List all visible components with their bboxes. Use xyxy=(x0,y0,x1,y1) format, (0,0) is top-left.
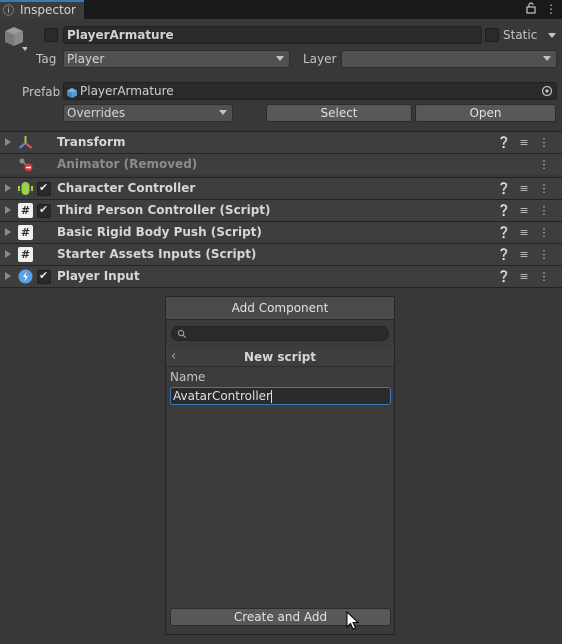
prefab-select-button[interactable]: Select xyxy=(266,104,412,122)
help-icon[interactable]: ❔ xyxy=(494,181,514,196)
object-picker-icon[interactable] xyxy=(541,85,553,97)
prefab-icon xyxy=(67,86,77,98)
component-enabled-checkbox[interactable] xyxy=(37,181,51,196)
prefab-label: Prefab xyxy=(22,85,61,99)
new-script-header: ‹ New script xyxy=(166,347,394,367)
help-icon[interactable]: ❔ xyxy=(494,247,514,262)
script-name-input[interactable]: AvatarController xyxy=(170,387,391,405)
chevron-down-icon xyxy=(276,56,284,61)
static-dropdown-icon[interactable] xyxy=(548,33,556,38)
tab-inspector[interactable]: ⓘ Inspector xyxy=(0,0,84,19)
component-tools: ❔ ≡ ⋮ xyxy=(494,181,554,196)
fold-arrow-icon[interactable] xyxy=(5,206,11,214)
component-menu-icon[interactable]: ⋮ xyxy=(534,181,554,196)
component-character-controller[interactable]: Character Controller ❔≡⋮ xyxy=(0,177,562,199)
component-menu-icon[interactable]: ⋮ xyxy=(534,269,554,284)
info-icon: ⓘ xyxy=(3,4,14,17)
presets-icon[interactable]: ≡ xyxy=(514,135,534,150)
text-caret xyxy=(270,390,272,403)
script-name-label: Name xyxy=(170,370,206,384)
search-icon xyxy=(177,328,187,338)
add-component-button[interactable]: Add Component xyxy=(166,297,394,320)
fold-arrow-icon[interactable] xyxy=(5,138,11,146)
component-tools: ❔ ≡ ⋮ xyxy=(494,247,554,262)
component-tools: ❔ ≡ ⋮ xyxy=(494,225,554,240)
component-tools: ⋮ xyxy=(534,157,554,172)
static-label: Static xyxy=(503,28,538,42)
component-name: Basic Rigid Body Push (Script) xyxy=(57,225,262,239)
component-animator-removed[interactable]: Animator (Removed) ⋮ xyxy=(0,153,562,175)
component-enabled-checkbox[interactable] xyxy=(37,203,51,218)
component-name: Third Person Controller (Script) xyxy=(57,203,271,217)
component-search-input[interactable] xyxy=(171,326,389,341)
overrides-dropdown[interactable]: Overrides xyxy=(63,104,233,122)
component-basic-rigid-body-push[interactable]: # Basic Rigid Body Push (Script) ❔ ≡ ⋮ xyxy=(0,221,562,243)
component-tools: ❔ ≡ ⋮ xyxy=(494,203,554,218)
component-menu-icon[interactable]: ⋮ xyxy=(534,225,554,240)
presets-icon[interactable]: ≡ xyxy=(514,269,534,284)
component-tools: ❔ ≡ ⋮ xyxy=(494,135,554,150)
component-transform[interactable]: Transform ❔ ≡ ⋮ xyxy=(0,131,562,153)
script-hash-icon: # xyxy=(18,225,33,240)
layer-label: Layer xyxy=(303,52,337,66)
chevron-down-icon xyxy=(543,56,551,61)
gameobject-cube-icon[interactable] xyxy=(3,26,28,52)
tag-value: Player xyxy=(67,52,105,66)
input-system-icon xyxy=(18,269,33,284)
tab-bar: ⓘ Inspector ⋮ xyxy=(0,0,562,19)
help-icon[interactable]: ❔ xyxy=(494,225,514,240)
tag-dropdown[interactable]: Player xyxy=(63,50,290,68)
component-name: Transform xyxy=(57,135,126,149)
script-hash-icon: # xyxy=(18,247,33,262)
component-starter-assets-inputs[interactable]: # Starter Assets Inputs (Script) ❔ ≡ ⋮ xyxy=(0,243,562,265)
component-name: Character Controller xyxy=(57,181,196,195)
component-name: Animator (Removed) xyxy=(57,157,198,171)
new-script-title: New script xyxy=(243,350,317,364)
active-checkbox[interactable] xyxy=(44,28,58,42)
component-menu-icon[interactable]: ⋮ xyxy=(534,203,554,218)
layer-dropdown[interactable] xyxy=(341,50,557,68)
animator-removed-icon xyxy=(18,157,33,172)
prefab-value: PlayerArmature xyxy=(80,84,174,98)
component-enabled-checkbox[interactable] xyxy=(37,269,51,284)
component-menu-icon[interactable]: ⋮ xyxy=(534,135,554,150)
object-name-field[interactable]: PlayerArmature xyxy=(63,26,482,44)
presets-icon[interactable]: ≡ xyxy=(514,247,534,262)
script-hash-icon: # xyxy=(18,203,33,218)
lock-icon[interactable] xyxy=(526,2,536,17)
tab-label: Inspector xyxy=(20,3,76,17)
component-tools: ❔ ≡ ⋮ xyxy=(494,269,554,284)
fold-arrow-icon[interactable] xyxy=(5,250,11,258)
overrides-label: Overrides xyxy=(67,106,126,120)
component-name: Player Input xyxy=(57,269,140,283)
component-player-input[interactable]: Player Input ❔≡⋮ xyxy=(0,265,562,288)
mouse-cursor-icon xyxy=(346,610,360,631)
component-third-person-controller[interactable]: # Third Person Controller (Script) ❔≡⋮ xyxy=(0,199,562,221)
presets-icon[interactable]: ≡ xyxy=(514,181,534,196)
static-checkbox[interactable] xyxy=(485,28,499,42)
help-icon[interactable]: ❔ xyxy=(494,269,514,284)
transform-axes-icon xyxy=(18,135,33,150)
presets-icon[interactable]: ≡ xyxy=(514,203,534,218)
prefab-open-button[interactable]: Open xyxy=(415,104,556,122)
more-options-icon[interactable]: ⋮ xyxy=(545,2,557,16)
presets-icon[interactable]: ≡ xyxy=(514,225,534,240)
component-menu-icon[interactable]: ⋮ xyxy=(534,247,554,262)
prefab-field[interactable]: PlayerArmature xyxy=(63,82,557,100)
component-name: Starter Assets Inputs (Script) xyxy=(57,247,257,261)
tag-label: Tag xyxy=(36,52,57,66)
help-icon[interactable]: ❔ xyxy=(494,135,514,150)
help-icon[interactable]: ❔ xyxy=(494,203,514,218)
script-name-value: AvatarController xyxy=(173,389,271,403)
fold-arrow-icon[interactable] xyxy=(5,228,11,236)
chevron-down-icon xyxy=(219,110,227,115)
add-component-popup: Add Component ‹ New script Name AvatarCo… xyxy=(165,296,395,635)
character-controller-icon xyxy=(18,181,33,196)
component-menu-icon[interactable]: ⋮ xyxy=(534,157,554,172)
fold-arrow-icon[interactable] xyxy=(5,184,11,192)
fold-arrow-icon[interactable] xyxy=(5,272,11,280)
